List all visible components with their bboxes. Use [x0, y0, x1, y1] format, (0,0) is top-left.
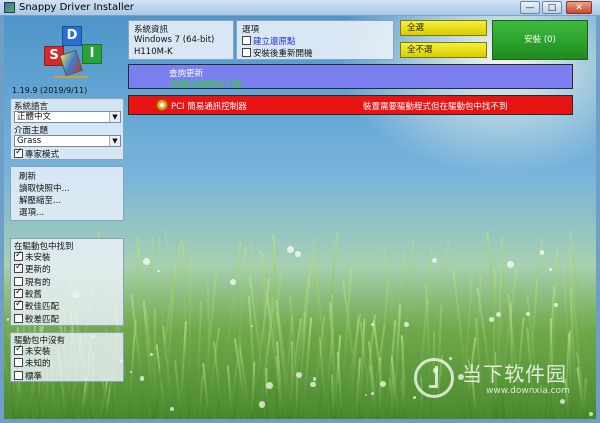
- system-info-panel: 系統資訊 Windows 7 (64-bit) H110M-K: [128, 20, 234, 60]
- driver-row-pci-controller[interactable]: PCI 簡易通訊控制器 裝置需要驅動程式但在驅動包中找不到: [128, 95, 573, 115]
- found-filter-label: 更新的: [25, 265, 51, 276]
- sysinfo-title: 系統資訊: [134, 25, 169, 35]
- os-version: Windows 7 (64-bit): [134, 35, 215, 45]
- found-filter-checkbox-5[interactable]: 較差匹配: [14, 313, 59, 325]
- device-gear-icon: [156, 99, 168, 111]
- notfound-filter-label: 標準: [25, 371, 43, 382]
- notfound-filter-label: 未知的: [25, 359, 51, 370]
- language-value: 正體中文: [17, 112, 52, 122]
- checkbox-icon: [14, 358, 23, 368]
- sdi-logo: S D I: [10, 22, 120, 88]
- watermark-logo-icon: [414, 358, 454, 398]
- actions-panel: 刷新 讀取快照中... 解壓縮至... 選項...: [10, 166, 124, 221]
- refresh-link[interactable]: 刷新: [19, 170, 36, 182]
- found-filter-checkbox-4[interactable]: 較佳匹配: [14, 299, 60, 313]
- found-filter-checkbox-2[interactable]: 現有的: [14, 276, 51, 288]
- logo-underline: [54, 76, 88, 78]
- update-check-row[interactable]: 查詢更新 (點擊這裡開始下載): [128, 64, 573, 90]
- minimize-button[interactable]: —: [520, 1, 540, 14]
- found-filter-panel: 在驅動包中找到 未安裝更新的現有的較舊較佳匹配較差匹配: [10, 238, 124, 326]
- version-label: 1.19.9 (2019/9/11): [12, 86, 88, 95]
- checkbox-icon: [14, 370, 23, 380]
- update-download-link[interactable]: (點擊這裡開始下載): [169, 78, 244, 90]
- extract-to-link[interactable]: 解壓縮至...: [19, 194, 61, 206]
- checkbox-icon: [14, 276, 23, 286]
- checkbox-icon: [14, 262, 23, 274]
- install-button[interactable]: 安裝 (0): [492, 20, 588, 60]
- chevron-down-icon: ▼: [109, 136, 120, 146]
- restore-point-label: 建立還原點: [253, 37, 296, 47]
- device-status: 裝置需要驅動程式但在驅動包中找不到: [363, 102, 508, 112]
- language-select[interactable]: 正體中文 ▼: [14, 111, 121, 123]
- app-icon: [4, 2, 15, 13]
- checkbox-icon: [14, 344, 23, 355]
- found-filter-label: 較舊: [25, 289, 43, 300]
- notfound-filter-panel: 驅動包中沒有 未安裝未知的標準: [10, 332, 124, 382]
- notfound-filter-label: 未安裝: [25, 347, 51, 357]
- title-bar: Snappy Driver Installer — □ ✕: [0, 0, 600, 16]
- notfound-filter-checkbox-2[interactable]: 標準: [14, 370, 42, 382]
- checkbox-icon: [242, 48, 251, 57]
- found-filter-label: 未安裝: [25, 253, 51, 263]
- notfound-filter-checkbox-1[interactable]: 未知的: [14, 357, 51, 369]
- restart-label: 安裝後重新開機: [253, 49, 313, 59]
- found-filter-checkbox-1[interactable]: 更新的: [14, 262, 51, 276]
- expert-mode-checkbox[interactable]: 專家模式: [14, 147, 60, 160]
- site-watermark: 当下软件园 www.downxia.com: [414, 354, 590, 408]
- watermark-url: www.downxia.com: [486, 386, 570, 396]
- theme-select[interactable]: Grass ▼: [14, 135, 121, 147]
- close-button[interactable]: ✕: [566, 1, 592, 14]
- settings-panel: 系統語言 正體中文 ▼ 介面主題 Grass ▼ 專家模式: [10, 98, 124, 160]
- restart-checkbox[interactable]: 安裝後重新開機: [242, 47, 313, 59]
- select-none-button[interactable]: 全不選: [400, 42, 487, 58]
- device-name: PCI 簡易通訊控制器: [171, 102, 247, 112]
- found-filter-checkbox-3[interactable]: 較舊: [14, 287, 43, 300]
- chevron-down-icon: ▼: [109, 112, 120, 122]
- window-title: Snappy Driver Installer: [19, 2, 134, 13]
- watermark-text: 当下软件园: [462, 362, 567, 386]
- main-window: S D I 1.19.9 (2019/9/11) 系統語言 正體中文 ▼ 介面主…: [4, 16, 596, 419]
- restore-point-checkbox[interactable]: 建立還原點: [242, 35, 296, 47]
- logo-box-icon: [59, 49, 83, 77]
- found-filter-label: 現有的: [25, 277, 51, 288]
- checkbox-icon: [14, 147, 23, 158]
- checkbox-icon: [14, 287, 23, 298]
- checkbox-icon: [14, 299, 23, 311]
- maximize-button[interactable]: □: [542, 1, 562, 14]
- logo-letter-i: I: [82, 44, 102, 64]
- found-filter-label: 較差匹配: [25, 314, 60, 325]
- options-link[interactable]: 選項...: [19, 206, 44, 218]
- checkbox-icon: [14, 313, 23, 323]
- logo-letter-d: D: [62, 26, 82, 46]
- install-options-panel: 選項 建立還原點 安裝後重新開機: [236, 20, 394, 60]
- select-all-button[interactable]: 全選: [400, 20, 487, 36]
- checkbox-icon: [14, 250, 23, 261]
- motherboard-model: H110M-K: [134, 47, 173, 57]
- options-title: 選項: [242, 25, 260, 35]
- expert-mode-label: 專家模式: [25, 150, 60, 160]
- theme-value: Grass: [17, 136, 42, 146]
- checkbox-icon: [242, 36, 251, 45]
- load-snapshot-link[interactable]: 讀取快照中...: [19, 182, 70, 194]
- found-filter-label: 較佳匹配: [25, 302, 60, 313]
- found-filter-checkbox-0[interactable]: 未安裝: [14, 250, 51, 263]
- notfound-filter-checkbox-0[interactable]: 未安裝: [14, 344, 51, 357]
